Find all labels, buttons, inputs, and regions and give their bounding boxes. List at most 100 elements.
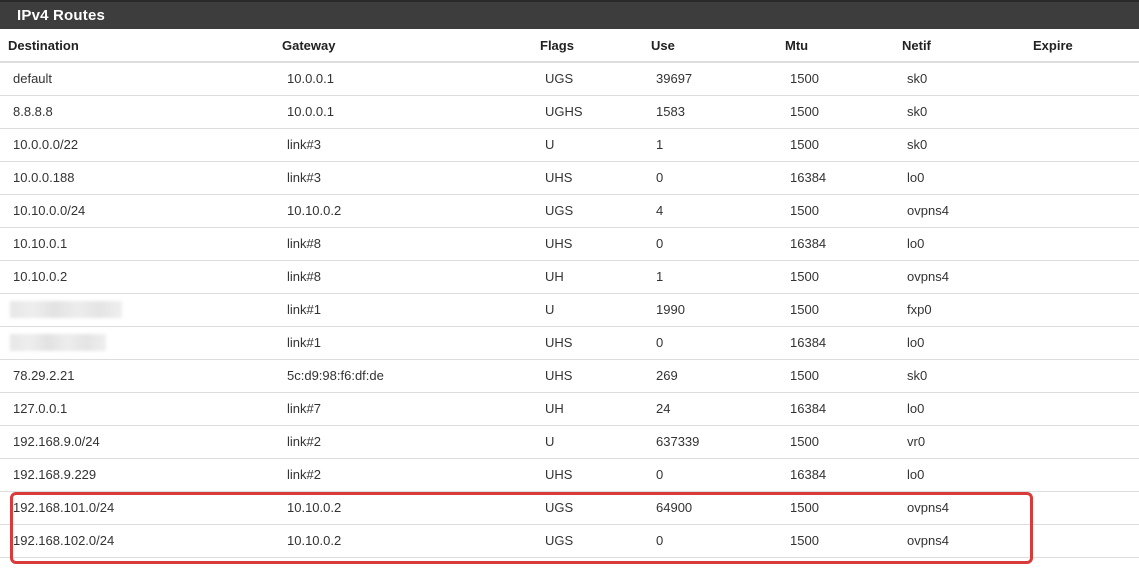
cell-netif: ovpns4 (902, 491, 1033, 525)
cell-destination-redacted (0, 293, 282, 327)
cell-gateway: 10.10.0.2 (282, 524, 540, 558)
cell-gateway: link#8 (282, 227, 540, 261)
cell-expire (1033, 95, 1139, 129)
cell-destination: 192.168.9.0/24 (0, 425, 282, 459)
cell-mtu: 1500 (785, 128, 902, 162)
routes-table: Destination Gateway Flags Use Mtu Netif … (0, 29, 1139, 558)
cell-flags: UGS (540, 524, 651, 558)
panel-heading: IPv4 Routes (0, 0, 1139, 29)
cell-destination: 78.29.2.21 (0, 359, 282, 393)
cell-netif: lo0 (902, 458, 1033, 492)
table-row: link#1 UHS 0 16384 lo0 (0, 326, 1139, 360)
cell-destination: 8.8.8.8 (0, 95, 282, 129)
table-row: 10.10.0.0/24 10.10.0.2 UGS 4 1500 ovpns4 (0, 194, 1139, 228)
cell-destination: 10.10.0.1 (0, 227, 282, 261)
cell-flags: UHS (540, 359, 651, 393)
cell-netif: lo0 (902, 161, 1033, 195)
cell-gateway: link#2 (282, 425, 540, 459)
cell-mtu: 1500 (785, 62, 902, 96)
table-row: 192.168.9.0/24 link#2 U 637339 1500 vr0 (0, 425, 1139, 459)
cell-expire (1033, 392, 1139, 426)
column-header-mtu[interactable]: Mtu (785, 29, 902, 63)
cell-expire (1033, 161, 1139, 195)
redacted-address (10, 334, 106, 352)
cell-expire (1033, 326, 1139, 360)
cell-use: 1 (651, 260, 785, 294)
cell-mtu: 1500 (785, 425, 902, 459)
column-header-use[interactable]: Use (651, 29, 785, 63)
column-header-expire[interactable]: Expire (1033, 29, 1139, 63)
cell-mtu: 1500 (785, 491, 902, 525)
column-header-netif[interactable]: Netif (902, 29, 1033, 63)
table-row: 10.10.0.1 link#8 UHS 0 16384 lo0 (0, 227, 1139, 261)
cell-gateway: 10.10.0.2 (282, 194, 540, 228)
cell-flags: U (540, 425, 651, 459)
cell-mtu: 16384 (785, 326, 902, 360)
cell-mtu: 1500 (785, 194, 902, 228)
cell-use: 1990 (651, 293, 785, 327)
cell-destination: 192.168.102.0/24 (0, 524, 282, 558)
cell-mtu: 1500 (785, 359, 902, 393)
cell-netif: ovpns4 (902, 260, 1033, 294)
table-row: 10.10.0.2 link#8 UH 1 1500 ovpns4 (0, 260, 1139, 294)
cell-expire (1033, 260, 1139, 294)
cell-gateway: 5c:d9:98:f6:df:de (282, 359, 540, 393)
cell-mtu: 1500 (785, 260, 902, 294)
table-row: link#1 U 1990 1500 fxp0 (0, 293, 1139, 327)
table-row: 127.0.0.1 link#7 UH 24 16384 lo0 (0, 392, 1139, 426)
cell-netif: sk0 (902, 95, 1033, 129)
table-row: 10.0.0.0/22 link#3 U 1 1500 sk0 (0, 128, 1139, 162)
column-header-destination[interactable]: Destination (0, 29, 282, 63)
cell-mtu: 16384 (785, 161, 902, 195)
table-row: 192.168.101.0/24 10.10.0.2 UGS 64900 150… (0, 491, 1139, 525)
cell-use: 637339 (651, 425, 785, 459)
cell-flags: U (540, 293, 651, 327)
cell-expire (1033, 491, 1139, 525)
cell-netif: ovpns4 (902, 194, 1033, 228)
cell-expire (1033, 359, 1139, 393)
cell-destination: 10.10.0.2 (0, 260, 282, 294)
cell-use: 24 (651, 392, 785, 426)
panel-title: IPv4 Routes (17, 7, 106, 24)
cell-destination: 10.0.0.188 (0, 161, 282, 195)
cell-use: 1 (651, 128, 785, 162)
cell-expire (1033, 425, 1139, 459)
table-row: 10.0.0.188 link#3 UHS 0 16384 lo0 (0, 161, 1139, 195)
table-row: 8.8.8.8 10.0.0.1 UGHS 1583 1500 sk0 (0, 95, 1139, 129)
cell-mtu: 1500 (785, 95, 902, 129)
cell-gateway: link#3 (282, 128, 540, 162)
cell-mtu: 1500 (785, 524, 902, 558)
cell-gateway: 10.0.0.1 (282, 95, 540, 129)
cell-destination: 192.168.101.0/24 (0, 491, 282, 525)
cell-use: 269 (651, 359, 785, 393)
cell-flags: UGS (540, 194, 651, 228)
cell-netif: sk0 (902, 359, 1033, 393)
cell-destination: 192.168.9.229 (0, 458, 282, 492)
cell-use: 4 (651, 194, 785, 228)
cell-flags: UHS (540, 326, 651, 360)
table-header-row: Destination Gateway Flags Use Mtu Netif … (0, 29, 1139, 63)
cell-expire (1033, 128, 1139, 162)
cell-use: 39697 (651, 62, 785, 96)
column-header-gateway[interactable]: Gateway (282, 29, 540, 63)
cell-gateway: link#3 (282, 161, 540, 195)
table-row: default 10.0.0.1 UGS 39697 1500 sk0 (0, 62, 1139, 96)
cell-destination-redacted (0, 326, 282, 360)
cell-use: 0 (651, 326, 785, 360)
cell-gateway: 10.0.0.1 (282, 62, 540, 96)
cell-expire (1033, 458, 1139, 492)
cell-flags: UHS (540, 161, 651, 195)
redacted-address (10, 301, 122, 319)
cell-use: 0 (651, 161, 785, 195)
cell-flags: UHS (540, 227, 651, 261)
cell-mtu: 16384 (785, 458, 902, 492)
cell-expire (1033, 62, 1139, 96)
cell-gateway: link#7 (282, 392, 540, 426)
cell-netif: lo0 (902, 326, 1033, 360)
cell-gateway: 10.10.0.2 (282, 491, 540, 525)
column-header-flags[interactable]: Flags (540, 29, 651, 63)
cell-mtu: 1500 (785, 293, 902, 327)
cell-flags: UH (540, 392, 651, 426)
cell-use: 0 (651, 524, 785, 558)
cell-destination: 10.10.0.0/24 (0, 194, 282, 228)
